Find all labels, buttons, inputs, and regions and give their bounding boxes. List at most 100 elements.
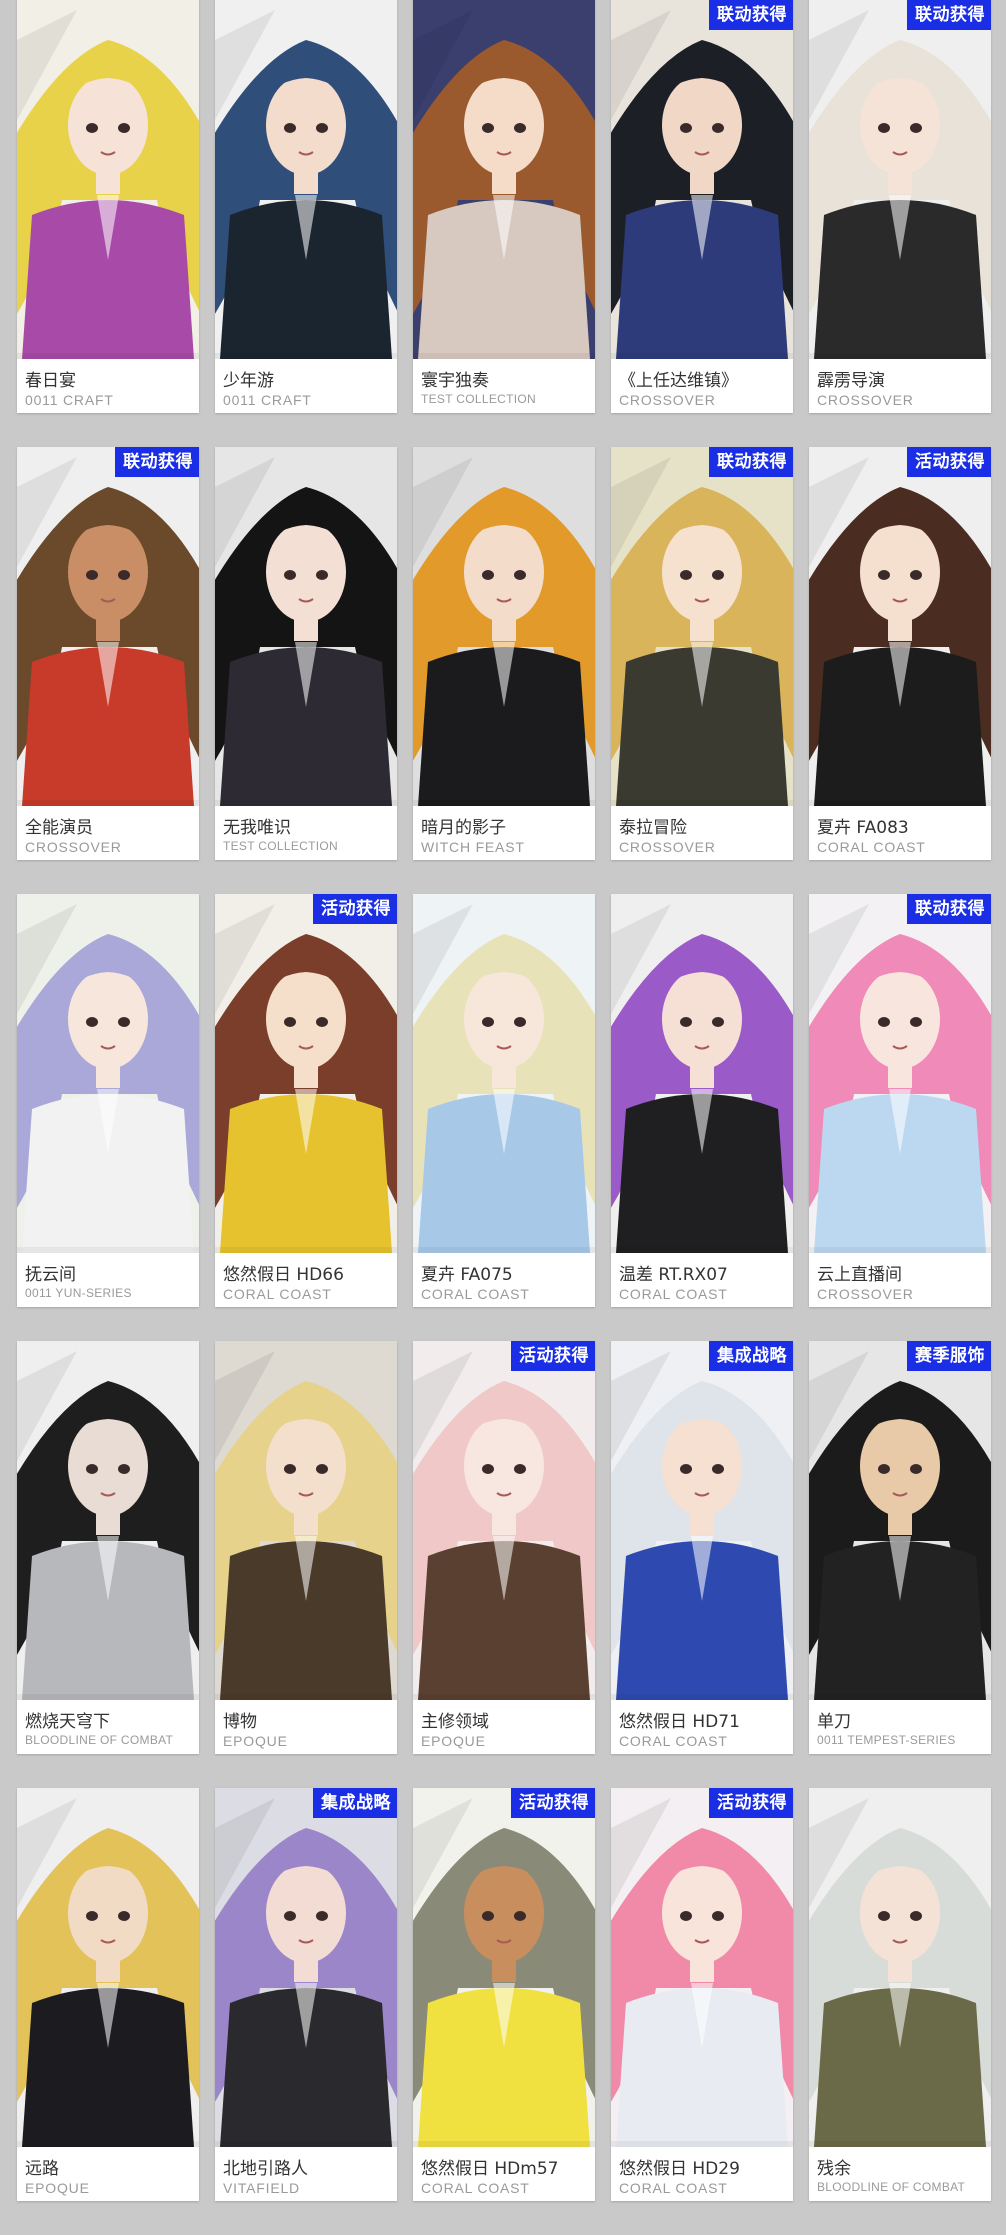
skin-series: 0011 CRAFT: [223, 392, 312, 408]
skin-card[interactable]: 残余 BLOODLINE OF COMBAT: [809, 1788, 991, 2201]
character-illustration: [611, 1341, 793, 1700]
skin-artwork: 活动获得: [413, 1788, 595, 2147]
card-caption: 博物 EPOQUE: [215, 1700, 397, 1754]
character-illustration: [809, 1341, 991, 1700]
card-caption: 全能演员 CROSSOVER: [17, 806, 199, 860]
skin-name: 主修领域: [421, 1712, 489, 1732]
skin-card[interactable]: 活动获得夏卉 FA083 CORAL COAST: [809, 447, 991, 860]
skin-artwork: [17, 894, 199, 1253]
skin-artwork: [215, 1341, 397, 1700]
skin-name: 全能演员: [25, 818, 93, 838]
skin-series: CORAL COAST: [817, 839, 926, 855]
skin-artwork: [17, 0, 199, 359]
card-caption: 云上直播间 CROSSOVER: [809, 1253, 991, 1307]
card-caption: 温差 RT.RX07 CORAL COAST: [611, 1253, 793, 1307]
skin-name: 少年游: [223, 371, 274, 391]
skin-artwork: [17, 1788, 199, 2147]
acquisition-badge: 联动获得: [709, 0, 793, 30]
skin-card[interactable]: 博物 EPOQUE: [215, 1341, 397, 1754]
acquisition-badge: 联动获得: [907, 0, 991, 30]
character-illustration: [17, 1341, 199, 1700]
acquisition-badge: 集成战略: [709, 1341, 793, 1371]
skin-card[interactable]: 活动获得悠然假日 HD29 CORAL COAST: [611, 1788, 793, 2201]
skin-card[interactable]: 赛季服饰 单刀 0011 TEMPEST-SERIES: [809, 1341, 991, 1754]
card-caption: 残余 BLOODLINE OF COMBAT: [809, 2147, 991, 2201]
skin-series: CORAL COAST: [421, 1286, 530, 1302]
character-illustration: [215, 894, 397, 1253]
skin-card[interactable]: 温差 RT.RX07 CORAL COAST: [611, 894, 793, 1307]
character-illustration: [17, 0, 199, 359]
skin-name: 云上直播间: [817, 1265, 902, 1285]
skin-name: 燃烧天穹下: [25, 1712, 110, 1732]
skin-name: 悠然假日 HD29: [619, 2159, 740, 2179]
character-illustration: [413, 1341, 595, 1700]
character-illustration: [413, 0, 595, 359]
character-illustration: [215, 0, 397, 359]
skin-card[interactable]: 抚云间 0011 YUN-SERIES: [17, 894, 199, 1307]
card-caption: 北地引路人 VITAFIELD: [215, 2147, 397, 2201]
skin-card[interactable]: 联动获得云上直播间 CROSSOVER: [809, 894, 991, 1307]
skin-card[interactable]: 寰宇独奏 TEST COLLECTION: [413, 0, 595, 413]
card-caption: 主修领域 EPOQUE: [413, 1700, 595, 1754]
skin-series: CROSSOVER: [817, 1286, 914, 1302]
card-caption: 远路 EPOQUE: [17, 2147, 199, 2201]
skin-artwork: 集成战略: [215, 1788, 397, 2147]
skin-artwork: [413, 0, 595, 359]
skin-card[interactable]: 联动获得 全能演员 CROSSOVER: [17, 447, 199, 860]
acquisition-badge: 活动获得: [709, 1788, 793, 1818]
character-illustration: [809, 447, 991, 806]
skin-series: 0011 YUN-SERIES: [25, 1286, 132, 1300]
skin-artwork: 集成战略: [611, 1341, 793, 1700]
skin-card[interactable]: 远路 EPOQUE: [17, 1788, 199, 2201]
card-caption: 泰拉冒险 CROSSOVER: [611, 806, 793, 860]
character-illustration: [611, 0, 793, 359]
skin-artwork: 联动获得: [611, 0, 793, 359]
card-caption: 悠然假日 HD66 CORAL COAST: [215, 1253, 397, 1307]
skin-series: EPOQUE: [25, 2180, 90, 2196]
skin-card[interactable]: 活动获得 悠然假日 HD66 CORAL COAST: [215, 894, 397, 1307]
skin-series: CORAL COAST: [619, 1733, 728, 1749]
skin-card[interactable]: 暗月的影子 WITCH FEAST: [413, 447, 595, 860]
skin-artwork: [215, 0, 397, 359]
skin-series: TEST COLLECTION: [421, 392, 536, 406]
skin-card[interactable]: 少年游 0011 CRAFT: [215, 0, 397, 413]
skin-card[interactable]: 联动获得 霹雳导演 CROSSOVER: [809, 0, 991, 413]
skin-card[interactable]: 集成战略 悠然假日 HD71 CORAL COAST: [611, 1341, 793, 1754]
skin-name: 夏卉 FA083: [817, 818, 909, 838]
acquisition-badge: 联动获得: [907, 894, 991, 924]
skin-card[interactable]: 联动获得 泰拉冒险 CROSSOVER: [611, 447, 793, 860]
skin-card[interactable]: 活动获得主修领域 EPOQUE: [413, 1341, 595, 1754]
skin-card[interactable]: 夏卉 FA075 CORAL COAST: [413, 894, 595, 1307]
skin-series: CROSSOVER: [817, 392, 914, 408]
skin-artwork: 联动获得: [809, 0, 991, 359]
acquisition-badge: 活动获得: [511, 1788, 595, 1818]
acquisition-badge: 活动获得: [511, 1341, 595, 1371]
skin-card[interactable]: 活动获得 悠然假日 HDm57 CORAL COAST: [413, 1788, 595, 2201]
skin-artwork: [413, 894, 595, 1253]
character-illustration: [611, 894, 793, 1253]
skin-series: CORAL COAST: [619, 1286, 728, 1302]
character-illustration: [413, 1788, 595, 2147]
skin-name: 抚云间: [25, 1265, 76, 1285]
skin-name: 暗月的影子: [421, 818, 506, 838]
skin-series: CORAL COAST: [223, 1286, 332, 1302]
skin-series: EPOQUE: [223, 1733, 288, 1749]
acquisition-badge: 活动获得: [907, 447, 991, 477]
skin-artwork: 活动获得: [611, 1788, 793, 2147]
skin-name: 单刀: [817, 1712, 851, 1732]
skin-series: CORAL COAST: [619, 2180, 728, 2196]
skin-artwork: 活动获得: [413, 1341, 595, 1700]
skin-artwork: 活动获得: [215, 894, 397, 1253]
character-illustration: [809, 1788, 991, 2147]
skin-card[interactable]: 联动获得 《上任达维镇》 CROSSOVER: [611, 0, 793, 413]
card-caption: 夏卉 FA083 CORAL COAST: [809, 806, 991, 860]
skin-artwork: [809, 1788, 991, 2147]
skin-card[interactable]: 春日宴 0011 CRAFT: [17, 0, 199, 413]
character-illustration: [413, 447, 595, 806]
character-illustration: [611, 447, 793, 806]
skin-card[interactable]: 集成战略 北地引路人 VITAFIELD: [215, 1788, 397, 2201]
skin-name: 悠然假日 HDm57: [421, 2159, 559, 2179]
skin-card[interactable]: 无我唯识 TEST COLLECTION: [215, 447, 397, 860]
skin-card[interactable]: 燃烧天穹下 BLOODLINE OF COMBAT: [17, 1341, 199, 1754]
skin-artwork: 活动获得: [809, 447, 991, 806]
